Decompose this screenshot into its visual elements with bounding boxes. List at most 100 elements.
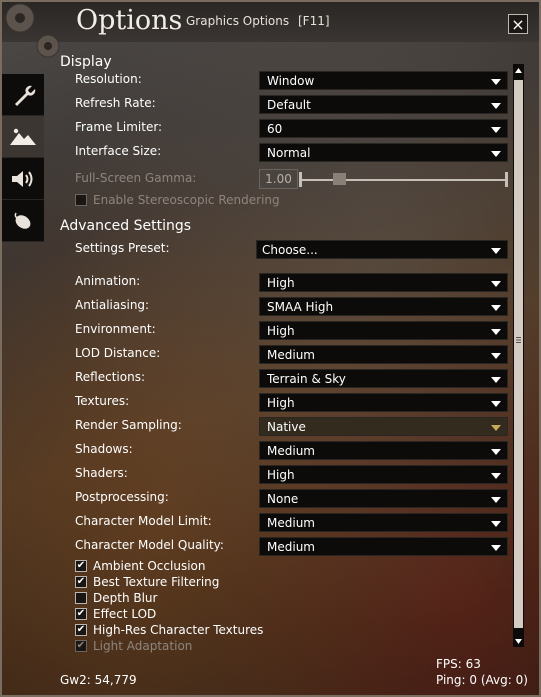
ambient-occlusion-checkbox-row[interactable]: ✔ Ambient Occlusion [75, 559, 205, 573]
advanced-section-title: Advanced Settings [60, 218, 192, 234]
effect-lod-checkbox-row[interactable]: ✔ Effect LOD [75, 607, 156, 621]
chevron-down-icon [491, 305, 501, 311]
tab-controls[interactable] [2, 200, 44, 242]
character-model-quality-value: Medium [267, 540, 315, 554]
antialiasing-value: SMAA High [267, 300, 334, 314]
mouse-icon [14, 212, 31, 229]
stereo-label: Enable Stereoscopic Rendering [93, 193, 280, 207]
ambient-occlusion-label: Ambient Occlusion [93, 559, 206, 573]
scroll-thumb[interactable] [514, 80, 523, 628]
best-texture-filtering-checkbox-row[interactable]: ✔ Best Texture Filtering [75, 575, 219, 589]
effect-lod-label: Effect LOD [93, 607, 157, 621]
stereo-checkbox [75, 194, 87, 206]
gamma-slider-end [505, 172, 508, 187]
chevron-down-icon [491, 281, 501, 287]
scroll-up-button[interactable] [513, 64, 524, 76]
chevron-down-icon [491, 425, 501, 431]
chevron-down-icon [515, 638, 522, 644]
textures-value: High [267, 396, 295, 410]
stereo-checkbox-row: Enable Stereoscopic Rendering [75, 193, 280, 207]
light-adaptation-checkbox: ✔ [75, 640, 87, 652]
chevron-down-icon [491, 521, 501, 527]
scrollbar[interactable] [513, 64, 524, 647]
character-model-limit-label: Character Model Limit: [75, 514, 212, 528]
shaders-label: Shaders: [75, 466, 128, 480]
tab-graphics[interactable] [2, 116, 44, 158]
best-texture-filtering-checkbox[interactable]: ✔ [75, 576, 87, 588]
chevron-down-icon [491, 377, 501, 383]
render-sampling-label: Render Sampling: [75, 418, 182, 432]
environment-label: Environment: [75, 322, 156, 336]
postprocessing-dropdown[interactable]: None [259, 489, 508, 508]
chevron-down-icon [491, 79, 501, 85]
chevron-down-icon [491, 545, 501, 551]
antialiasing-dropdown[interactable]: SMAA High [259, 297, 508, 316]
animation-label: Animation: [75, 274, 141, 288]
settings-preset-dropdown[interactable]: Choose... [256, 240, 508, 259]
lod-distance-dropdown[interactable]: Medium [259, 345, 508, 364]
shadows-value: Medium [267, 444, 315, 458]
postprocessing-label: Postprocessing: [75, 490, 169, 504]
resolution-dropdown[interactable]: Window [259, 71, 508, 90]
antialiasing-label: Antialiasing: [75, 298, 150, 312]
checkmark-icon: ✔ [76, 576, 86, 587]
depth-blur-checkbox-row[interactable]: Depth Blur [75, 591, 157, 605]
build-number: Gw2: 54,779 [60, 673, 137, 687]
scroll-down-button[interactable] [513, 635, 524, 647]
gamma-slider-thumb [333, 173, 347, 185]
light-adaptation-label: Light Adaptation [93, 639, 193, 653]
landscape-icon [10, 128, 36, 145]
postprocessing-value: None [267, 492, 299, 506]
chevron-down-icon [491, 497, 501, 503]
gamma-value-field: 1.00 [259, 169, 298, 189]
character-model-quality-dropdown[interactable]: Medium [259, 537, 508, 556]
tab-sound[interactable] [2, 158, 44, 200]
effect-lod-checkbox[interactable]: ✔ [75, 608, 87, 620]
settings-preset-value: Choose... [262, 243, 318, 257]
refresh-rate-label: Refresh Rate: [75, 96, 156, 110]
render-sampling-dropdown[interactable]: Native [259, 417, 508, 436]
high-res-character-textures-checkbox[interactable]: ✔ [75, 624, 87, 636]
character-model-limit-dropdown[interactable]: Medium [259, 513, 508, 532]
close-button[interactable]: × [508, 14, 528, 34]
reflections-label: Reflections: [75, 370, 146, 384]
animation-value: High [267, 276, 295, 290]
high-res-character-textures-label: High-Res Character Textures [93, 623, 264, 637]
resolution-label: Resolution: [75, 72, 142, 86]
interface-size-dropdown[interactable]: Normal [259, 143, 508, 162]
refresh-rate-dropdown[interactable]: Default [259, 95, 508, 114]
ping-readout: Ping: 0 (Avg: 0) [436, 673, 528, 687]
gear-icon [5, 3, 60, 58]
window-title: Options [76, 5, 183, 36]
textures-label: Textures: [75, 394, 130, 408]
character-model-limit-value: Medium [267, 516, 315, 530]
checkmark-icon: ✔ [76, 608, 86, 619]
gamma-label: Full-Screen Gamma: [75, 171, 197, 185]
chevron-down-icon [491, 473, 501, 479]
interface-size-value: Normal [267, 146, 311, 160]
character-model-quality-label: Character Model Quality: [75, 538, 224, 552]
ambient-occlusion-checkbox[interactable]: ✔ [75, 560, 87, 572]
frame-limiter-dropdown[interactable]: 60 [259, 119, 508, 138]
checkmark-icon: ✔ [76, 624, 86, 635]
textures-dropdown[interactable]: High [259, 393, 508, 412]
environment-dropdown[interactable]: High [259, 321, 508, 340]
frame-limiter-label: Frame Limiter: [75, 120, 163, 134]
chevron-down-icon [491, 103, 501, 109]
shadows-label: Shadows: [75, 442, 133, 456]
window-subtitle: Graphics Options [186, 14, 290, 28]
high-res-character-textures-checkbox-row[interactable]: ✔ High-Res Character Textures [75, 623, 263, 637]
animation-dropdown[interactable]: High [259, 273, 508, 292]
chevron-up-icon [515, 67, 522, 73]
options-window: Options Graphics Options [F11] × Display… [0, 0, 541, 697]
chevron-down-icon [491, 248, 501, 254]
chevron-down-icon [491, 401, 501, 407]
shaders-dropdown[interactable]: High [259, 465, 508, 484]
depth-blur-checkbox[interactable] [75, 592, 87, 604]
tab-general[interactable] [2, 74, 44, 116]
settings-preset-label: Settings Preset: [75, 241, 170, 255]
interface-size-label: Interface Size: [75, 144, 162, 158]
reflections-dropdown[interactable]: Terrain & Sky [259, 369, 508, 388]
shadows-dropdown[interactable]: Medium [259, 441, 508, 460]
environment-value: High [267, 324, 295, 338]
